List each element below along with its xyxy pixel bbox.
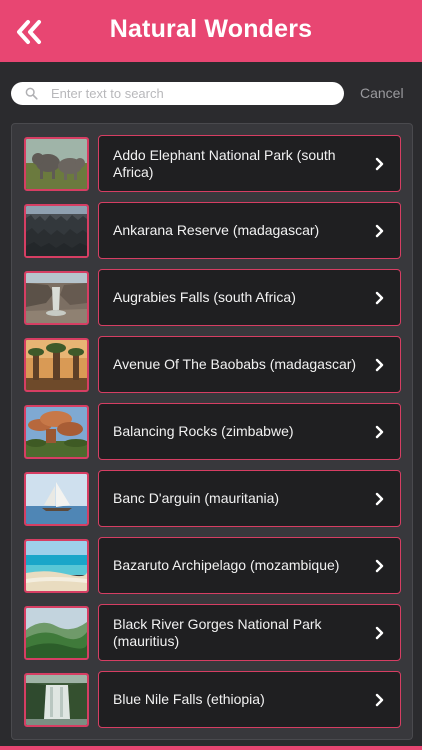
wonders-list: Addo Elephant National Park (south Afric…: [11, 123, 413, 740]
thumbnail-rock-forest: [24, 204, 89, 258]
bottom-accent-bar: [0, 746, 422, 750]
list-item-card[interactable]: Avenue Of The Baobabs (madagascar): [98, 336, 401, 393]
search-input[interactable]: [51, 82, 331, 105]
list-item[interactable]: Black River Gorges National Park (maurit…: [12, 604, 412, 662]
list-item-label: Blue Nile Falls (ethiopia): [113, 691, 265, 707]
list-item-label: Augrabies Falls (south Africa): [113, 289, 296, 305]
chevron-right-icon: [375, 626, 384, 640]
chevron-right-icon: [375, 157, 384, 171]
chevron-right-icon: [375, 224, 384, 238]
list-item[interactable]: Blue Nile Falls (ethiopia): [12, 671, 412, 729]
list-item-label: Black River Gorges National Park (maurit…: [113, 615, 322, 649]
list-item[interactable]: Addo Elephant National Park (south Afric…: [12, 135, 412, 193]
list-item-card[interactable]: Addo Elephant National Park (south Afric…: [98, 135, 401, 192]
page-title: Natural Wonders: [109, 15, 313, 43]
header-bar: Natural Wonders: [0, 0, 422, 62]
search-icon: [25, 87, 38, 100]
list-item-card[interactable]: Balancing Rocks (zimbabwe): [98, 403, 401, 460]
list-item-card[interactable]: Augrabies Falls (south Africa): [98, 269, 401, 326]
thumbnail-beach: [24, 539, 89, 593]
list-item-label: Banc D'arguin (mauritania): [113, 490, 280, 506]
chevron-right-icon: [375, 492, 384, 506]
thumbnail-baobab-trees: [24, 338, 89, 392]
list-item-label: Addo Elephant National Park (south Afric…: [113, 146, 336, 180]
chevron-right-icon: [375, 425, 384, 439]
list-item[interactable]: Ankarana Reserve (madagascar): [12, 202, 412, 260]
list-item[interactable]: Bazaruto Archipelago (mozambique): [12, 537, 412, 595]
list-item-card[interactable]: Bazaruto Archipelago (mozambique): [98, 537, 401, 594]
thumbnail-balancing-rocks: [24, 405, 89, 459]
chevron-right-icon: [375, 291, 384, 305]
chevron-right-icon: [375, 559, 384, 573]
list-item-label: Balancing Rocks (zimbabwe): [113, 423, 294, 439]
thumbnail-waterfall-canyon: [24, 271, 89, 325]
thumbnail-waterfall: [24, 673, 89, 727]
list-item-label: Ankarana Reserve (madagascar): [113, 222, 320, 238]
list-item-label: Avenue Of The Baobabs (madagascar): [113, 356, 357, 372]
thumbnail-green-hills: [24, 606, 89, 660]
thumbnail-sailboat: [24, 472, 89, 526]
list-item-card[interactable]: Black River Gorges National Park (maurit…: [98, 604, 401, 661]
list-item-label: Bazaruto Archipelago (mozambique): [113, 557, 340, 573]
list-item[interactable]: Banc D'arguin (mauritania): [12, 470, 412, 528]
list-item-card[interactable]: Blue Nile Falls (ethiopia): [98, 671, 401, 728]
chevron-right-icon: [375, 693, 384, 707]
search-bar: Cancel: [0, 62, 422, 120]
search-field[interactable]: [11, 82, 344, 105]
list-item[interactable]: Augrabies Falls (south Africa): [12, 269, 412, 327]
chevron-right-icon: [375, 358, 384, 372]
list-item[interactable]: Balancing Rocks (zimbabwe): [12, 403, 412, 461]
cancel-button[interactable]: Cancel: [360, 85, 404, 101]
list-item-card[interactable]: Banc D'arguin (mauritania): [98, 470, 401, 527]
list-item-card[interactable]: Ankarana Reserve (madagascar): [98, 202, 401, 259]
list-item[interactable]: Avenue Of The Baobabs (madagascar): [12, 336, 412, 394]
thumbnail-elephants: [24, 137, 89, 191]
